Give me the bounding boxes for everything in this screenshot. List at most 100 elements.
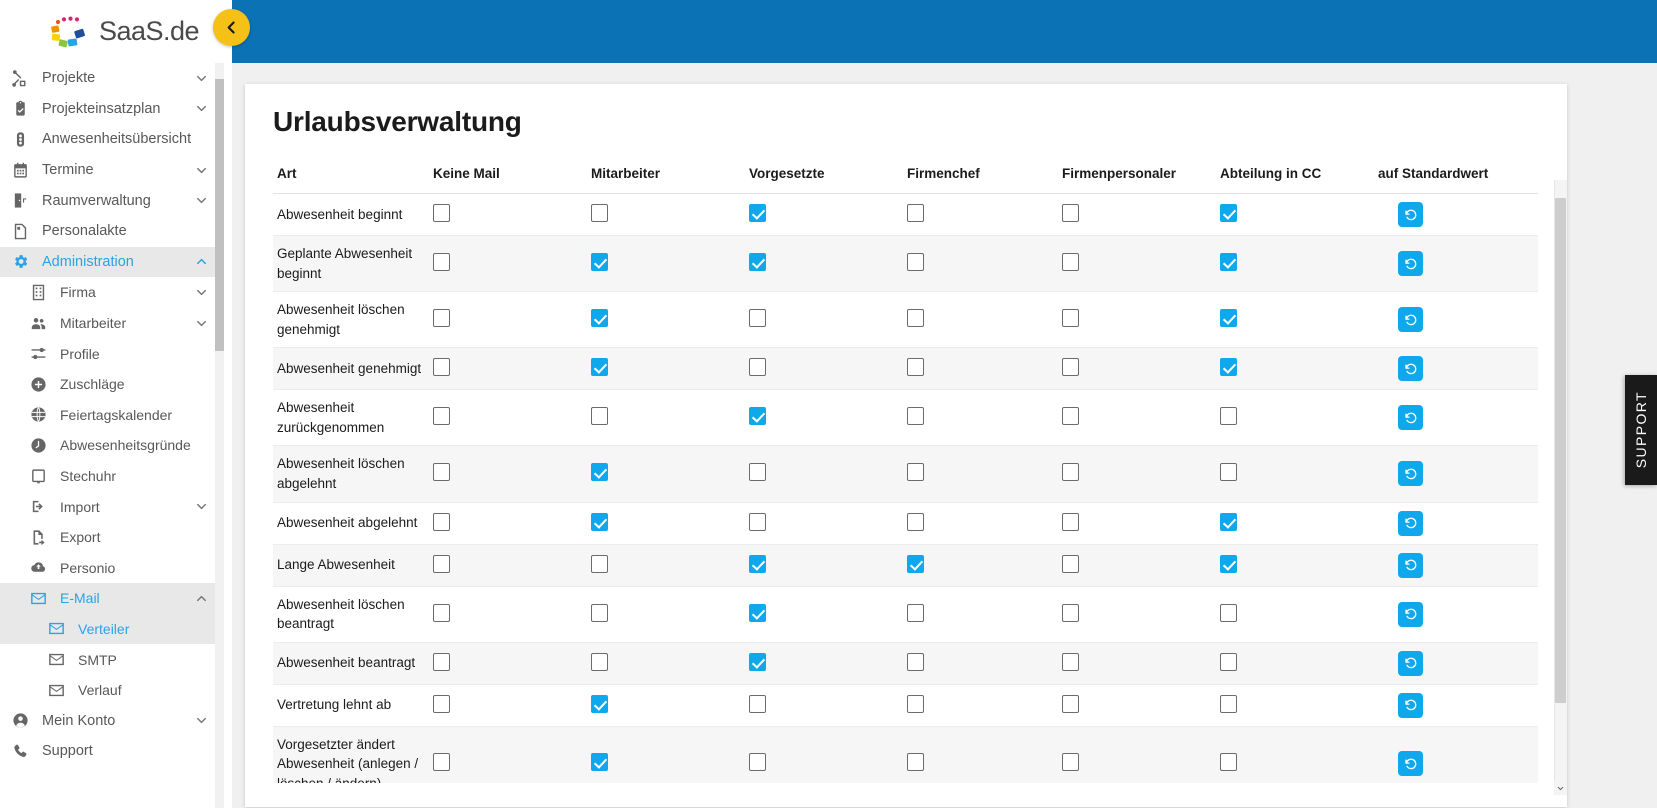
checkbox-mitarbeiter[interactable] xyxy=(591,309,608,328)
checkbox-abteilung-in-cc[interactable] xyxy=(1220,753,1237,772)
chevron-down-toggle[interactable] xyxy=(186,316,216,331)
sidebar-item-termine[interactable]: Termine xyxy=(0,155,216,186)
checkbox-vorgesetzte[interactable] xyxy=(749,358,766,377)
checkbox-abteilung-in-cc[interactable] xyxy=(1220,358,1237,377)
checkbox-keine-mail[interactable] xyxy=(433,512,450,531)
checkbox-mitarbeiter[interactable] xyxy=(591,253,608,272)
checkbox-mitarbeiter[interactable] xyxy=(591,753,608,772)
sidebar-item-mein-konto[interactable]: Mein Konto xyxy=(0,705,216,736)
checkbox-firmenchef[interactable] xyxy=(907,407,924,426)
sidebar-item-stechuhr[interactable]: Stechuhr xyxy=(0,461,216,492)
reset-to-default-button[interactable] xyxy=(1398,552,1423,578)
sidebar-item-mitarbeiter[interactable]: Mitarbeiter xyxy=(0,308,216,339)
sidebar-item-personalakte[interactable]: Personalakte xyxy=(0,216,216,247)
sidebar-item-feiertagskalender[interactable]: Feiertagskalender xyxy=(0,400,216,431)
checkbox-firmenpersonaler[interactable] xyxy=(1062,463,1079,482)
checkbox-keine-mail[interactable] xyxy=(433,358,450,377)
checkbox-mitarbeiter[interactable] xyxy=(591,407,608,426)
checkbox-vorgesetzte[interactable] xyxy=(749,603,766,622)
reset-to-default-button[interactable] xyxy=(1398,307,1423,333)
chevron-down-toggle[interactable] xyxy=(186,499,216,514)
checkbox-abteilung-in-cc[interactable] xyxy=(1220,694,1237,713)
chevron-down-toggle[interactable] xyxy=(186,101,216,116)
reset-to-default-button[interactable] xyxy=(1398,356,1423,382)
checkbox-keine-mail[interactable] xyxy=(433,554,450,573)
sidebar-item-smtp[interactable]: SMTP xyxy=(0,644,216,675)
collapse-sidebar-button[interactable] xyxy=(213,9,250,46)
checkbox-abteilung-in-cc[interactable] xyxy=(1220,603,1237,622)
reset-to-default-button[interactable] xyxy=(1398,510,1423,536)
checkbox-firmenchef[interactable] xyxy=(907,694,924,713)
checkbox-keine-mail[interactable] xyxy=(433,463,450,482)
checkbox-vorgesetzte[interactable] xyxy=(749,753,766,772)
checkbox-firmenpersonaler[interactable] xyxy=(1062,554,1079,573)
checkbox-vorgesetzte[interactable] xyxy=(749,204,766,222)
sidebar-scrollbar-thumb[interactable] xyxy=(215,79,224,351)
checkbox-keine-mail[interactable] xyxy=(433,753,450,772)
chevron-up-toggle[interactable] xyxy=(186,591,216,606)
checkbox-mitarbeiter[interactable] xyxy=(591,694,608,713)
sidebar-item-personio[interactable]: Personio xyxy=(0,553,216,584)
sidebar-item-projekteinsatzplan[interactable]: Projekteinsatzplan xyxy=(0,94,216,125)
table-scrollbar-track[interactable] xyxy=(1554,180,1567,781)
sidebar-item-support[interactable]: Support xyxy=(0,736,216,767)
sidebar-item-verlauf[interactable]: Verlauf xyxy=(0,675,216,706)
reset-to-default-button[interactable] xyxy=(1398,601,1423,627)
reset-to-default-button[interactable] xyxy=(1398,202,1423,227)
checkbox-vorgesetzte[interactable] xyxy=(749,463,766,482)
checkbox-keine-mail[interactable] xyxy=(433,694,450,713)
checkbox-firmenpersonaler[interactable] xyxy=(1062,309,1079,328)
table-scroll-down-arrow[interactable] xyxy=(1554,781,1567,795)
checkbox-firmenchef[interactable] xyxy=(907,554,924,573)
checkbox-vorgesetzte[interactable] xyxy=(749,512,766,531)
checkbox-firmenchef[interactable] xyxy=(907,253,924,272)
chevron-down-toggle[interactable] xyxy=(186,285,216,300)
reset-to-default-button[interactable] xyxy=(1398,405,1423,431)
checkbox-vorgesetzte[interactable] xyxy=(749,309,766,328)
checkbox-firmenchef[interactable] xyxy=(907,753,924,772)
checkbox-firmenpersonaler[interactable] xyxy=(1062,753,1079,772)
chevron-up-toggle[interactable] xyxy=(186,254,216,269)
checkbox-firmenchef[interactable] xyxy=(907,463,924,482)
checkbox-mitarbeiter[interactable] xyxy=(591,603,608,622)
checkbox-firmenchef[interactable] xyxy=(907,603,924,622)
checkbox-mitarbeiter[interactable] xyxy=(591,554,608,573)
checkbox-firmenchef[interactable] xyxy=(907,204,924,222)
checkbox-firmenchef[interactable] xyxy=(907,309,924,328)
chevron-down-toggle[interactable] xyxy=(186,163,216,178)
sidebar-item-verteiler[interactable]: Verteiler xyxy=(0,613,216,645)
sidebar-item-profile[interactable]: Profile xyxy=(0,338,216,369)
checkbox-mitarbeiter[interactable] xyxy=(591,512,608,531)
checkbox-keine-mail[interactable] xyxy=(433,253,450,272)
checkbox-firmenpersonaler[interactable] xyxy=(1062,204,1079,222)
checkbox-mitarbeiter[interactable] xyxy=(591,204,608,222)
checkbox-abteilung-in-cc[interactable] xyxy=(1220,652,1237,671)
checkbox-abteilung-in-cc[interactable] xyxy=(1220,512,1237,531)
checkbox-abteilung-in-cc[interactable] xyxy=(1220,204,1237,222)
checkbox-mitarbeiter[interactable] xyxy=(591,652,608,671)
reset-to-default-button[interactable] xyxy=(1398,692,1423,718)
checkbox-firmenpersonaler[interactable] xyxy=(1062,512,1079,531)
checkbox-mitarbeiter[interactable] xyxy=(591,463,608,482)
reset-to-default-button[interactable] xyxy=(1398,650,1423,676)
sidebar-item-zuschläge[interactable]: Zuschläge xyxy=(0,369,216,400)
sidebar-item-administration[interactable]: Administration xyxy=(0,246,216,278)
sidebar-item-e-mail[interactable]: E-Mail xyxy=(0,583,216,614)
checkbox-firmenchef[interactable] xyxy=(907,358,924,377)
sidebar-item-projekte[interactable]: Projekte xyxy=(0,63,216,94)
checkbox-vorgesetzte[interactable] xyxy=(749,253,766,272)
reset-to-default-button[interactable] xyxy=(1398,251,1423,277)
checkbox-firmenpersonaler[interactable] xyxy=(1062,407,1079,426)
checkbox-abteilung-in-cc[interactable] xyxy=(1220,554,1237,573)
chevron-down-toggle[interactable] xyxy=(186,193,216,208)
checkbox-keine-mail[interactable] xyxy=(433,603,450,622)
checkbox-firmenpersonaler[interactable] xyxy=(1062,253,1079,272)
checkbox-keine-mail[interactable] xyxy=(433,204,450,222)
checkbox-firmenpersonaler[interactable] xyxy=(1062,694,1079,713)
sidebar-item-import[interactable]: Import xyxy=(0,491,216,522)
reset-to-default-button[interactable] xyxy=(1398,461,1423,487)
checkbox-firmenchef[interactable] xyxy=(907,652,924,671)
checkbox-vorgesetzte[interactable] xyxy=(749,652,766,671)
checkbox-keine-mail[interactable] xyxy=(433,652,450,671)
sidebar-item-abwesenheitsgründe[interactable]: Abwesenheitsgründe xyxy=(0,430,216,461)
